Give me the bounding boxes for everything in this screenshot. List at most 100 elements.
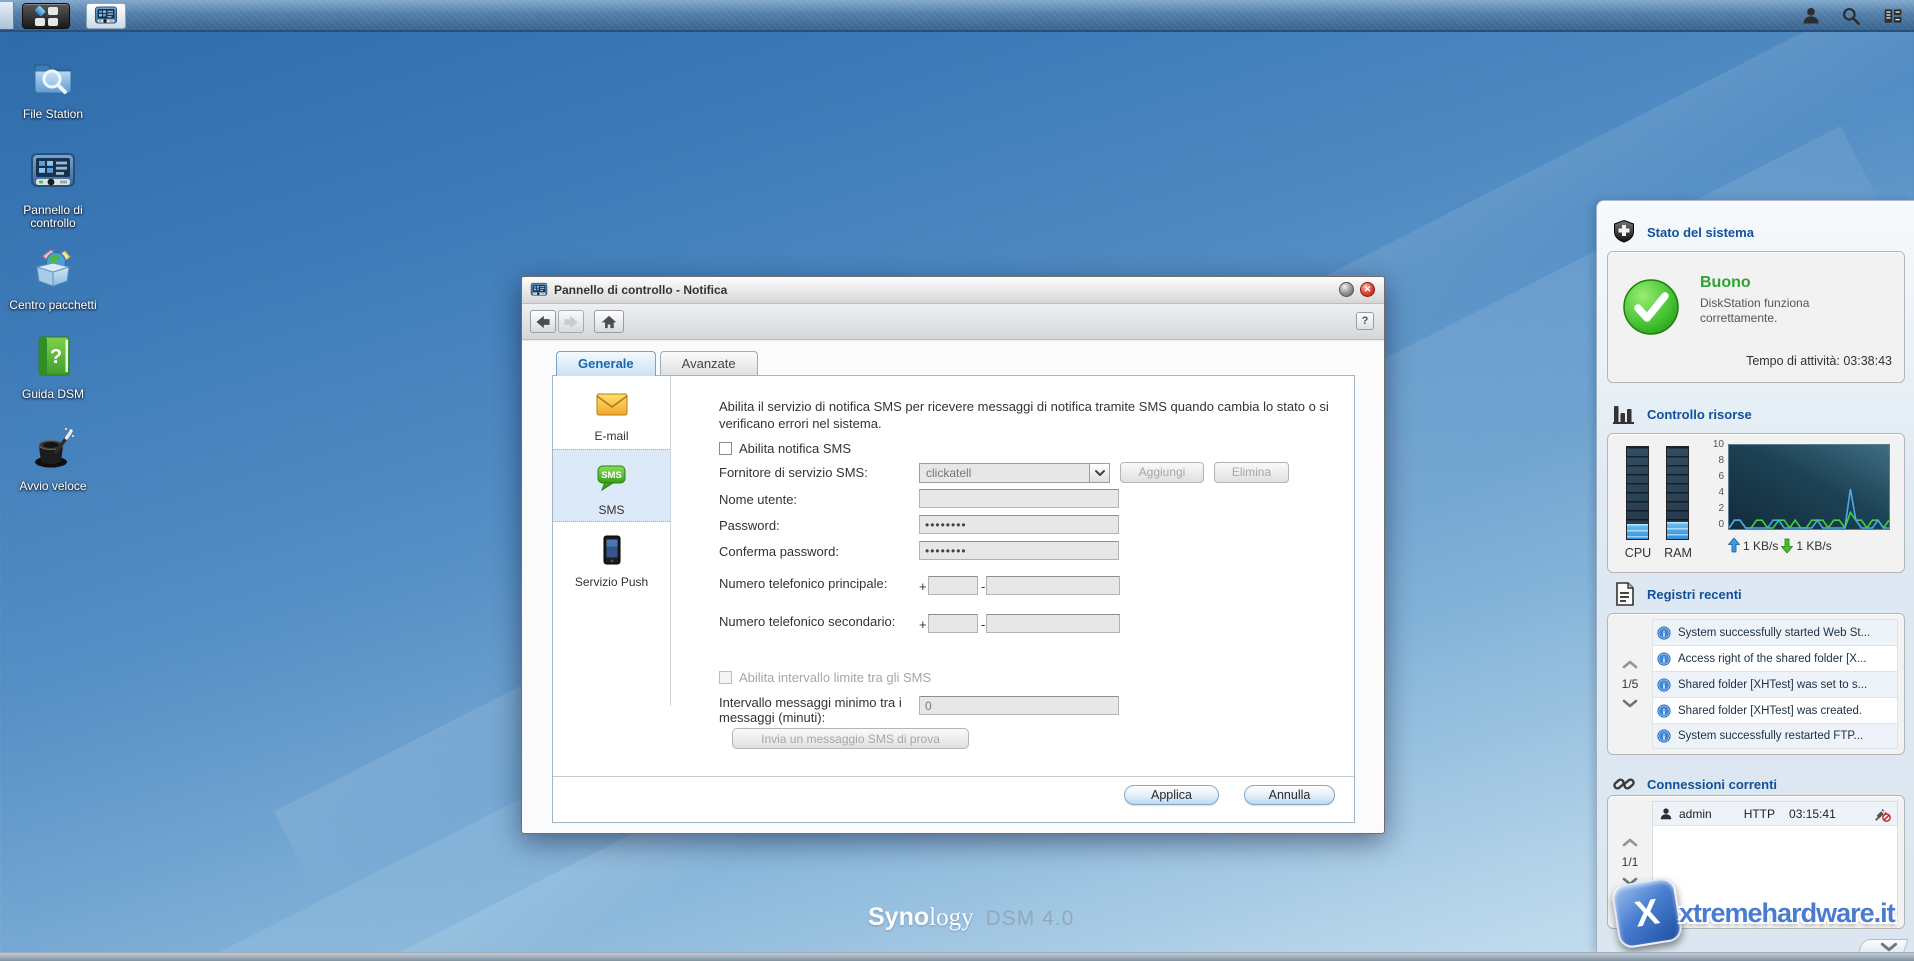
ram-meter [1666, 446, 1689, 540]
control-panel-notification-window: Pannello di controllo - Notifica ✕ ? Gen… [521, 276, 1385, 834]
secondary-phone-label: Numero telefonico secondario: [719, 614, 896, 629]
user-icon[interactable] [1800, 6, 1822, 26]
primary-phone-number-input[interactable] [986, 576, 1120, 595]
primary-phone-country-input[interactable] [928, 576, 978, 595]
desktop-icon-dsm-help[interactable]: Guida DSM [6, 332, 100, 401]
tab-generale[interactable]: Generale [556, 351, 656, 376]
nav-item-push-service[interactable]: Servizio Push [553, 522, 670, 595]
secondary-phone-country-input[interactable] [928, 614, 978, 633]
sms-provider-select[interactable]: clickatell [919, 463, 1110, 483]
cpu-meter [1626, 446, 1649, 540]
logs-pager: 1/5 [1608, 614, 1652, 754]
network-legend: 1 KB/s 1 KB/s [1728, 538, 1832, 553]
interval-minutes-input[interactable] [919, 696, 1119, 715]
desktop-icon-file-station[interactable]: File Station [6, 52, 100, 121]
resource-monitor-header: Controllo risorse [1611, 401, 1752, 427]
log-row: System successfully started Web St... [1652, 619, 1898, 645]
close-button[interactable]: ✕ [1360, 282, 1375, 297]
select-dropdown-button[interactable] [1089, 464, 1109, 482]
forward-button[interactable] [558, 310, 584, 333]
info-icon [1657, 704, 1671, 718]
back-button[interactable] [530, 310, 556, 333]
sms-icon [594, 460, 630, 496]
nav-item-sms[interactable]: SMS [553, 449, 670, 522]
home-button[interactable] [594, 310, 624, 333]
cancel-button[interactable]: Annulla [1244, 785, 1335, 805]
main-menu-grid-icon [34, 5, 59, 27]
connection-protocol: HTTP [1743, 806, 1776, 821]
info-icon [1657, 729, 1671, 743]
main-menu-button[interactable] [22, 3, 70, 29]
enable-sms-label: Abilita notifica SMS [739, 441, 851, 456]
tab-content: E-mail SMS Servizio Push Abilita il serv… [552, 375, 1355, 823]
log-row: Shared folder [XHTest] was created. [1652, 697, 1898, 723]
link-icon [1611, 771, 1637, 797]
window-toolbar: ? [522, 304, 1384, 340]
interval-minutes-label: Intervallo messaggi minimo tra i messagg… [719, 695, 902, 725]
phone-separator: - [981, 579, 986, 594]
resource-monitor-card: CPU RAM 10 8 6 4 2 0 1 KB/s 1 KB/s [1607, 433, 1905, 573]
password-input[interactable] [919, 515, 1119, 534]
sms-interval-checkbox[interactable] [719, 671, 732, 684]
log-document-icon [1611, 581, 1637, 607]
download-line [1729, 510, 1889, 529]
logs-page-indicator: 1/5 [1621, 677, 1639, 691]
connection-time: 03:15:41 [1789, 806, 1836, 821]
phone-prefix: + [919, 579, 927, 594]
watermark-text: xtremehardware.it [1679, 898, 1896, 928]
download-arrow-icon [1781, 538, 1793, 553]
log-row: System successfully restarted FTP... [1652, 723, 1898, 749]
pilot-view-icon[interactable] [1882, 6, 1904, 26]
y-tick: 10 [1712, 439, 1724, 450]
system-status-card: Buono DiskStation funziona correttamente… [1607, 251, 1905, 383]
collapse-chevron-icon[interactable] [1880, 942, 1898, 952]
secondary-phone-number-input[interactable] [986, 614, 1120, 633]
ram-meter-fill [1667, 522, 1688, 539]
connection-row: admin HTTP 03:15:41 [1653, 802, 1897, 826]
confirm-password-input[interactable] [919, 541, 1119, 560]
y-tick: 0 [1718, 519, 1724, 530]
desktop-icon-label: Pannello di controllo [23, 203, 83, 230]
page-up-icon[interactable] [1622, 838, 1638, 847]
cpu-label: CPU [1624, 546, 1652, 560]
search-icon[interactable] [1840, 6, 1862, 26]
window-titlebar[interactable]: Pannello di controllo - Notifica ✕ [522, 277, 1384, 304]
send-test-sms-button[interactable]: Invia un messaggio SMS di prova [732, 728, 969, 749]
log-row: Shared folder [XHTest] was set to s... [1652, 671, 1898, 697]
user-icon [1659, 807, 1673, 821]
page-down-icon[interactable] [1622, 699, 1638, 708]
enable-sms-checkbox[interactable] [719, 442, 732, 455]
taskbar-app-control-panel[interactable] [86, 3, 126, 29]
username-input[interactable] [919, 489, 1119, 508]
shield-icon [1611, 219, 1637, 245]
widget-panel: Stato del sistema Buono DiskStation funz… [1596, 200, 1914, 955]
password-label: Password: [719, 518, 780, 533]
system-status-header: Stato del sistema [1611, 219, 1754, 245]
back-arrow-icon [533, 313, 553, 331]
help-button[interactable]: ? [1356, 312, 1374, 330]
minimize-button[interactable] [1339, 282, 1354, 297]
desktop-icon-package-center[interactable]: Centro pacchetti [6, 243, 100, 312]
file-station-icon [29, 52, 77, 100]
show-desktop-button[interactable] [0, 2, 14, 29]
delete-provider-button[interactable]: Elimina [1214, 462, 1289, 483]
desktop-icon-control-panel[interactable]: Pannello di controllo [6, 148, 100, 230]
connections-page-indicator: 1/1 [1621, 855, 1639, 869]
status-ok-icon [1622, 278, 1680, 336]
apply-button[interactable]: Applica [1124, 785, 1219, 805]
nav-item-email[interactable]: E-mail [553, 376, 670, 449]
desktop-icon-label: File Station [22, 107, 84, 121]
add-provider-button[interactable]: Aggiungi [1120, 462, 1204, 483]
synology-logo: Synology [868, 903, 974, 931]
watermark-logo: X [1610, 876, 1684, 950]
confirm-password-label: Conferma password: [719, 544, 839, 559]
desktop-icon-label: Avvio veloce [19, 479, 87, 493]
tab-avanzate[interactable]: Avanzate [659, 351, 758, 376]
desktop-icon-quick-start[interactable]: Avvio veloce [6, 424, 100, 493]
push-service-icon [594, 532, 630, 568]
home-icon [599, 313, 619, 331]
recent-logs-card: 1/5 System successfully started Web St..… [1607, 613, 1905, 755]
disconnect-icon[interactable] [1873, 805, 1891, 823]
page-up-icon[interactable] [1622, 660, 1638, 669]
control-panel-icon [94, 4, 118, 28]
